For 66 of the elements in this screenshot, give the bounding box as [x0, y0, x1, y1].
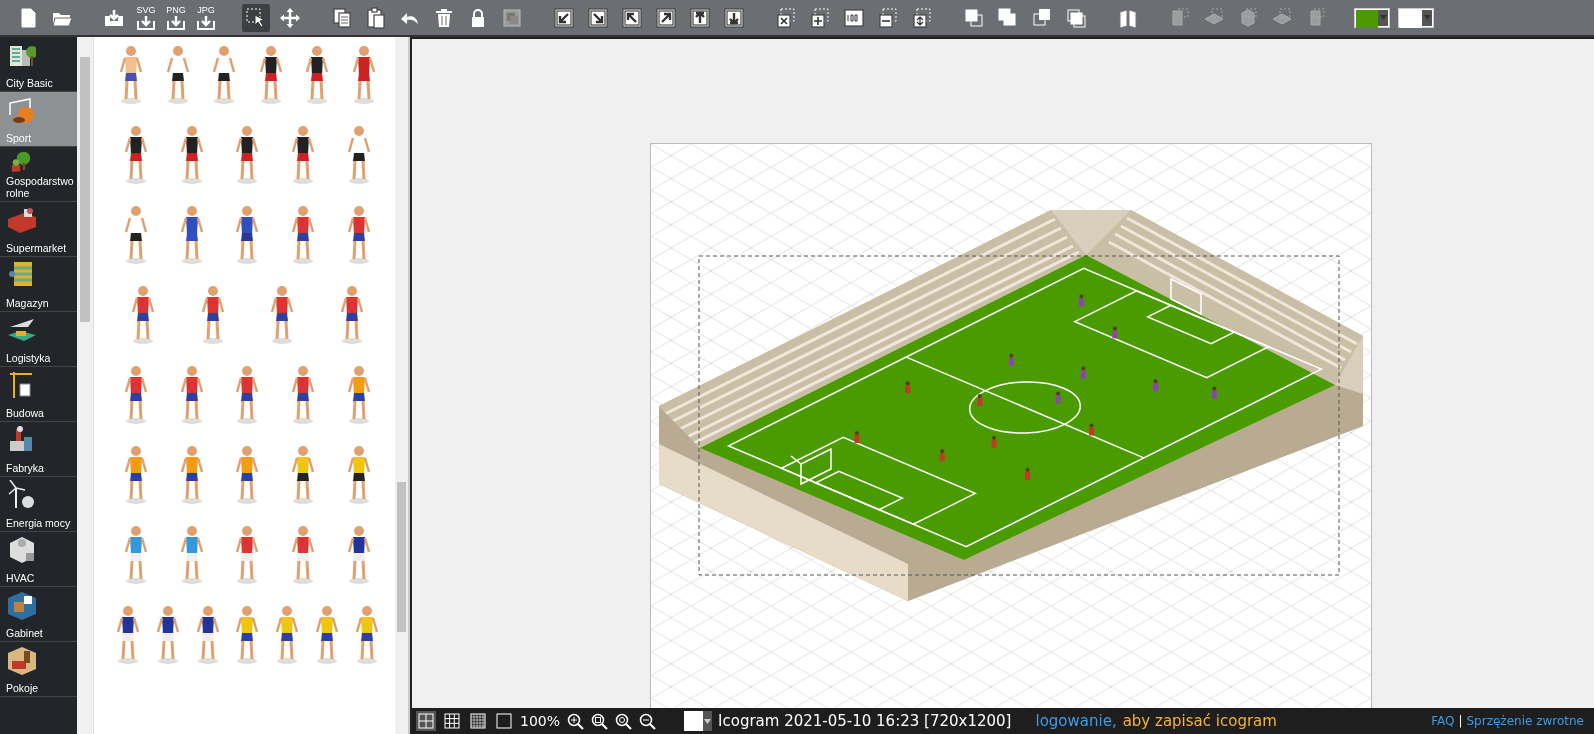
arrow-up-right-icon[interactable]: [655, 6, 677, 29]
feedback-link[interactable]: Sprzężenie zwrotne: [1466, 714, 1584, 728]
category-item[interactable]: Supermarket: [0, 202, 78, 257]
bedroom-icon: [6, 645, 36, 675]
download-icon: [196, 15, 216, 30]
fine-grid-icon: [469, 712, 487, 730]
scrollbar-thumb[interactable]: [397, 482, 406, 632]
caret-icon: [1422, 13, 1432, 22]
checkout-counter-icon: [6, 205, 36, 235]
iso-panel-icon: [1169, 6, 1191, 29]
export-button[interactable]: PNG: [164, 5, 188, 30]
arrow-down-left-icon[interactable]: [553, 6, 575, 29]
zoom-icon[interactable]: [614, 712, 633, 730]
zoom-level: 100%: [520, 713, 561, 729]
export-button[interactable]: JPG: [194, 5, 218, 30]
zoom-icon[interactable]: [590, 712, 609, 730]
layers-icon[interactable]: [1031, 6, 1053, 29]
size-fit-icon[interactable]: [911, 6, 933, 29]
arrow-down-right-icon[interactable]: [587, 6, 609, 29]
select-tool-button[interactable]: [242, 3, 270, 32]
color-picker[interactable]: [1398, 7, 1434, 28]
arrow-up-left-icon[interactable]: [621, 6, 643, 29]
trash-icon[interactable]: [433, 6, 455, 29]
arrow-up-icon[interactable]: [689, 6, 711, 29]
soccer-goal-icon: [6, 95, 36, 125]
office-room-icon: [6, 590, 36, 620]
wind-turbine-icon: [6, 480, 36, 510]
category-item[interactable]: HVAC: [0, 532, 78, 587]
save-hint: aby zapisać icogram: [1122, 712, 1277, 730]
selection-rectangle[interactable]: [698, 255, 1340, 576]
zoom-icon[interactable]: [566, 712, 585, 730]
size-minus-icon[interactable]: [877, 6, 899, 29]
category-item[interactable]: Pokoje: [0, 642, 78, 697]
size-plus-icon[interactable]: [809, 6, 831, 29]
arrow-down-icon[interactable]: [723, 6, 745, 29]
empty-square-icon: [495, 712, 513, 730]
size-reset-icon[interactable]: [775, 6, 797, 29]
copy-icon[interactable]: [331, 6, 353, 29]
layers-icon[interactable]: [1065, 6, 1087, 29]
hundred-percent-icon[interactable]: [843, 6, 865, 29]
faq-link[interactable]: FAQ: [1431, 714, 1455, 728]
download-icon: [166, 15, 186, 30]
grid-mode-button[interactable]: [468, 711, 488, 731]
zoom-icon[interactable]: [638, 712, 657, 730]
caret-icon: [1378, 13, 1388, 22]
move-arrows-icon: [279, 6, 301, 29]
category-item[interactable]: Magazyn: [0, 257, 78, 312]
athlete-figure-icon[interactable]: [353, 605, 381, 665]
stadium-drawing[interactable]: [659, 210, 1363, 601]
grid-icon: [443, 712, 461, 730]
link-separator: |: [1458, 714, 1463, 728]
document-title: Icogram 2021-05-10 16:23 [720x1200]: [718, 712, 1012, 730]
layers-icon[interactable]: [963, 6, 985, 29]
color-picker[interactable]: [1354, 7, 1390, 28]
page-color-picker[interactable]: [684, 711, 713, 731]
download-icon: [136, 15, 156, 30]
scrollbar-thumb[interactable]: [80, 57, 90, 322]
export-button[interactable]: SVG: [134, 5, 158, 30]
login-link[interactable]: logowanie,: [1035, 712, 1117, 730]
single-view-icon: [417, 712, 435, 730]
caret-icon: [703, 716, 713, 726]
category-item[interactable]: Gabinet: [0, 587, 78, 642]
layers-icon[interactable]: [997, 6, 1019, 29]
clipboard-icon[interactable]: [365, 6, 387, 29]
grid-mode-button[interactable]: [442, 711, 462, 731]
select-arrow-icon: [245, 6, 267, 29]
